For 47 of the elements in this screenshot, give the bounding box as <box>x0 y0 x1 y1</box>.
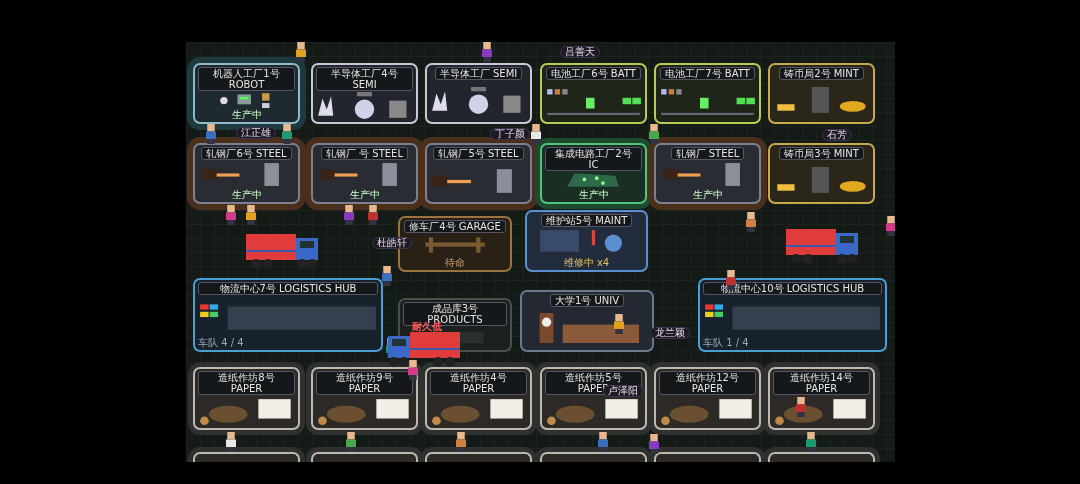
building-title: 轧钢厂6号 STEEL <box>201 147 292 160</box>
name-tag: 丁子颜 <box>490 128 530 140</box>
building-status: 维修中 x4 <box>563 257 610 268</box>
building-card[interactable]: 电池工厂6号 BATT <box>540 63 647 124</box>
building-title: 机器人工厂1号 ROBOT <box>198 67 295 91</box>
building-title: 大学1号 UNIV <box>549 294 625 307</box>
building-status: 待命 <box>445 257 465 268</box>
building-card[interactable]: 铸币局2号 MINT <box>768 63 875 124</box>
building-card[interactable]: 大学1号 UNIV <box>520 290 654 352</box>
building-title: 轧钢厂 STEEL <box>670 147 745 160</box>
building-status: 生产中 <box>692 189 723 200</box>
building-title: 造纸作坊8号 PAPER <box>198 371 295 395</box>
name-tag: 吕善天 <box>560 46 600 58</box>
building-title: 修车厂4号 GARAGE <box>404 220 506 233</box>
name-tag: 龙兰颖 <box>650 327 690 339</box>
building-title: 集成电路工厂2号 IC <box>545 147 642 171</box>
building-status: 车队 1 / 4 <box>703 337 750 348</box>
building-title: 维护站5号 MAINT <box>540 214 633 227</box>
building-title: 轧钢厂5号 STEEL <box>433 147 524 160</box>
circuit-board-drawing <box>565 172 622 188</box>
name-tag: 杜皓轩 <box>372 237 412 249</box>
building-card[interactable]: 半导体工厂 SEMI <box>425 63 532 124</box>
building-title: 造纸作坊9号 PAPER <box>316 371 413 395</box>
warning-label: 耐久低 <box>412 321 442 334</box>
building-title: 造纸作坊14号 PAPER <box>773 371 870 395</box>
building-title: 造纸作坊12号 PAPER <box>659 371 756 395</box>
building-card[interactable]: 维护站5号 MAINT 维修中 x4 <box>525 210 648 272</box>
building-card[interactable]: 铸币局3号 MINT <box>768 143 875 204</box>
building-title: 电池工厂6号 BATT <box>546 67 641 80</box>
building-title: 电池工厂7号 BATT <box>660 67 755 80</box>
building-title: 铸币局2号 MINT <box>779 67 864 80</box>
building-status: 生产中 <box>231 109 262 120</box>
building-card[interactable]: 电池工厂7号 BATT <box>654 63 761 124</box>
name-tag: 江正雄 <box>236 127 276 139</box>
building-title: 半导体工厂 SEMI <box>434 67 523 80</box>
building-title: 半导体工厂4号 SEMI <box>316 67 413 91</box>
building-status: 生产中 <box>231 189 262 200</box>
building-title: 造纸作坊4号 PAPER <box>430 371 527 395</box>
building-card[interactable]: 物流中心7号 LOGISTICS HUB 车队 4 / 4 <box>193 278 383 352</box>
building-status: 车队 4 / 4 <box>198 337 245 348</box>
building-title: 铸币局3号 MINT <box>779 147 864 160</box>
name-tag: 石芳 <box>822 129 852 141</box>
building-status: 生产中 <box>349 189 380 200</box>
building-title: 轧钢厂 号 STEEL <box>321 147 408 160</box>
building-status: 生产中 <box>578 189 609 200</box>
building-card[interactable]: 半导体工厂4号 SEMI <box>311 63 418 124</box>
building-title: 物流中心7号 LOGISTICS HUB <box>198 282 378 295</box>
